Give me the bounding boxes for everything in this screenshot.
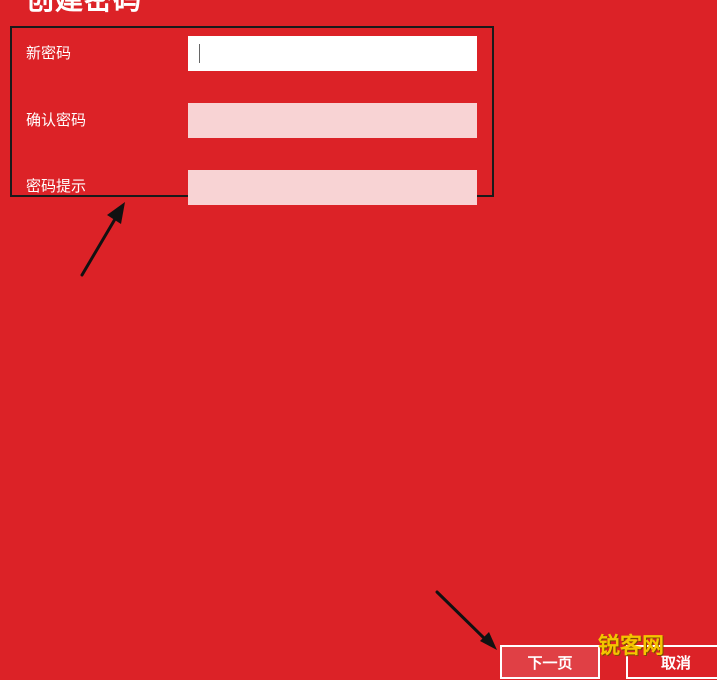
watermark-logo: 锐客网 bbox=[598, 634, 665, 659]
confirm-password-input[interactable] bbox=[188, 103, 477, 138]
next-page-button[interactable]: 下一页 bbox=[500, 645, 600, 679]
arrow-to-fields-icon bbox=[80, 202, 125, 277]
create-password-page: 创建密码 新密码 确认密码 密码提示 下一页 取消 锐客网 bbox=[0, 0, 717, 680]
new-password-label: 新密码 bbox=[26, 44, 72, 62]
text-caret bbox=[199, 44, 200, 63]
confirm-password-label: 确认密码 bbox=[26, 111, 87, 129]
page-title: 创建密码 bbox=[26, 0, 142, 15]
new-password-input[interactable] bbox=[188, 36, 477, 71]
password-hint-label: 密码提示 bbox=[26, 177, 87, 195]
password-hint-input[interactable] bbox=[188, 170, 477, 205]
arrow-to-next-button-icon bbox=[435, 590, 497, 650]
